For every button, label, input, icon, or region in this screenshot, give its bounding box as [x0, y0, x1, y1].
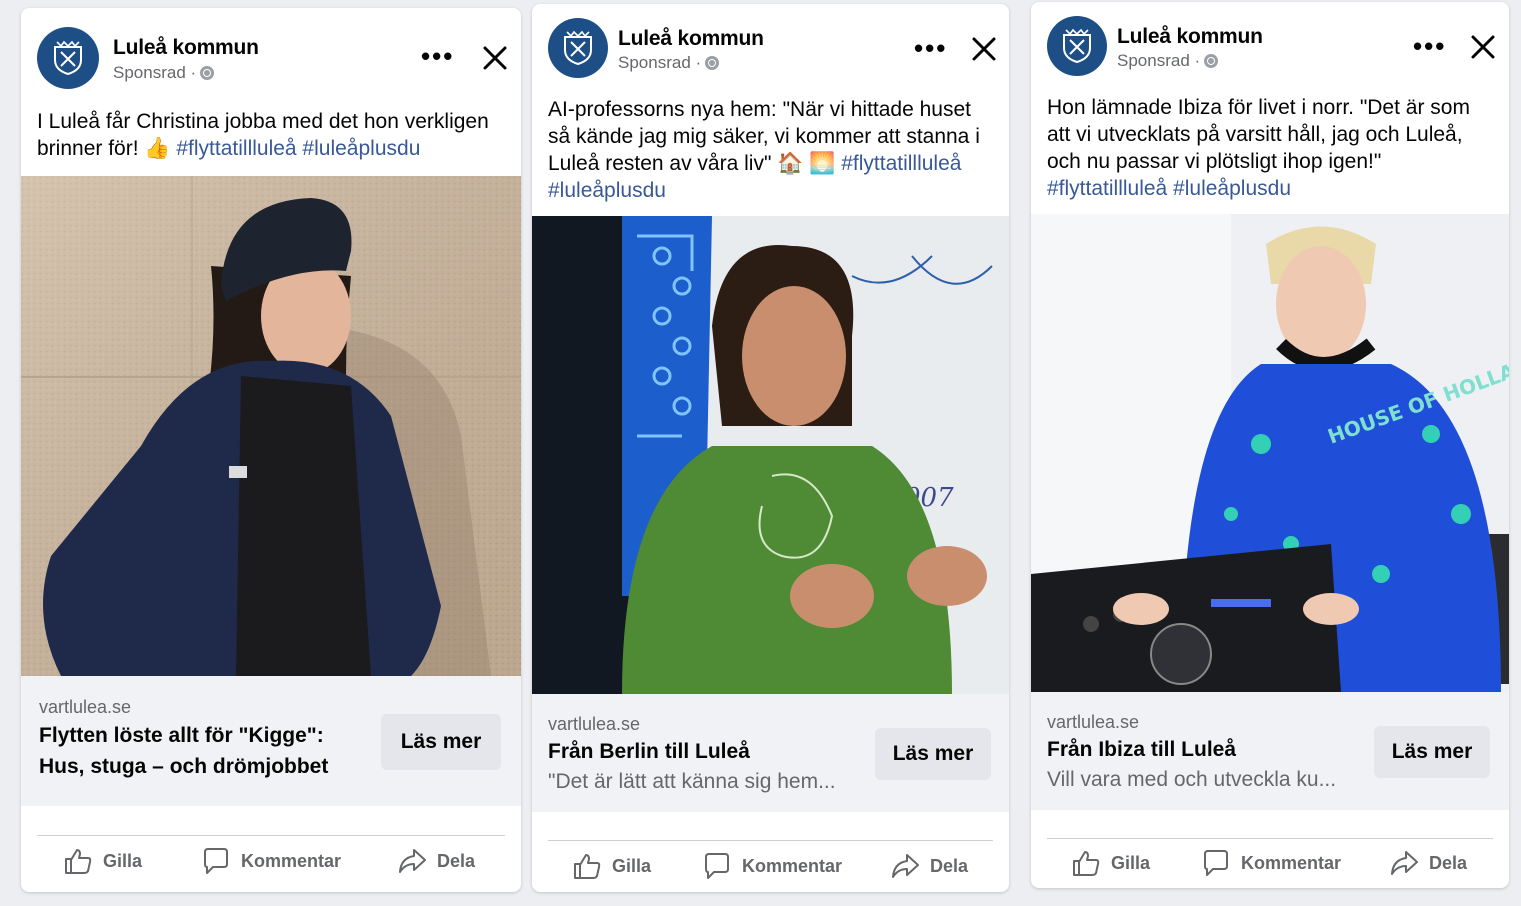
close-icon[interactable] [970, 35, 998, 63]
actions-divider [37, 835, 505, 836]
more-options-icon[interactable]: ••• [421, 43, 454, 69]
post-hashtags[interactable]: #flyttatillluleå #luleåplusdu [176, 137, 420, 160]
page-avatar[interactable] [1047, 16, 1107, 76]
comment-label: Kommentar [241, 850, 342, 871]
share-button[interactable]: Dela [397, 846, 475, 876]
read-more-button[interactable]: Läs mer [1374, 726, 1490, 778]
share-label: Dela [930, 855, 969, 876]
thumbs-up-icon [574, 854, 601, 879]
post-image[interactable] [21, 176, 521, 676]
post-header: Luleå kommun Sponsrad · ••• [1031, 2, 1509, 102]
like-label: Gilla [103, 850, 143, 871]
page-name[interactable]: Luleå kommun [1117, 25, 1263, 49]
comment-label: Kommentar [1241, 852, 1342, 873]
page-avatar[interactable] [548, 18, 608, 78]
comment-label: Kommentar [742, 855, 843, 876]
read-more-button[interactable]: Läs mer [875, 728, 991, 780]
link-preview[interactable]: vartlulea.se Från Ibiza till Luleå Vill … [1031, 692, 1509, 810]
share-label: Dela [437, 850, 476, 871]
share-button[interactable]: Dela [890, 851, 968, 881]
post-text: Hon lämnade Ibiza för livet i norr. "Det… [1047, 94, 1495, 202]
comment-button[interactable]: Kommentar [1201, 848, 1341, 878]
link-preview[interactable]: vartlulea.se Flytten löste allt för "Kig… [21, 676, 521, 806]
actions-divider [548, 840, 993, 841]
link-domain: vartlulea.se [39, 697, 132, 717]
link-headline[interactable]: Flytten löste allt för "Kigge": Hus, stu… [39, 720, 359, 782]
like-label: Gilla [1111, 852, 1151, 873]
link-description: "Det är lätt att känna sig hem... [548, 770, 836, 793]
share-icon [892, 854, 919, 878]
link-description: Vill vara med och utveckla ku... [1047, 768, 1337, 791]
woman-photo [21, 176, 521, 676]
more-options-icon[interactable]: ••• [914, 35, 947, 61]
globe-icon [1204, 54, 1219, 68]
post-text: I Luleå får Christina jobba med det hon … [37, 108, 507, 162]
link-headline[interactable]: Från Ibiza till Luleå [1047, 734, 1236, 765]
like-button[interactable]: Gilla [572, 851, 651, 881]
share-icon [1391, 851, 1418, 875]
comment-icon [1204, 850, 1228, 876]
thumbs-up-icon [1073, 851, 1100, 876]
actions-divider [1047, 838, 1493, 839]
close-icon[interactable] [481, 44, 509, 72]
sponsored-text: Sponsrad · [618, 53, 702, 72]
crest-icon [54, 40, 82, 76]
more-options-icon[interactable]: ••• [1413, 33, 1446, 59]
post-hashtags[interactable]: #flyttatillluleå #luleåplusdu [1047, 177, 1291, 200]
comment-icon [204, 848, 228, 874]
share-label: Dela [1429, 852, 1468, 873]
page-name[interactable]: Luleå kommun [618, 27, 764, 51]
post-image[interactable]: 007 [532, 216, 1009, 694]
sponsored-text: Sponsrad · [113, 63, 197, 82]
comment-icon [705, 853, 729, 879]
like-button[interactable]: Gilla [63, 846, 142, 876]
read-more-button[interactable]: Läs mer [381, 714, 501, 770]
post-text: AI-professorns nya hem: "När vi hittade … [548, 96, 995, 204]
globe-icon [200, 66, 215, 80]
post-header: Luleå kommun Sponsrad · ••• [532, 4, 1009, 104]
sponsored-text: Sponsrad · [1117, 51, 1201, 70]
comment-button[interactable]: Kommentar [201, 846, 341, 876]
man-photo: 007 [532, 216, 1009, 694]
crest-icon [1063, 28, 1091, 64]
link-domain: vartlulea.se [1047, 712, 1140, 732]
comment-button[interactable]: Kommentar [702, 851, 842, 881]
ad-post-card: Luleå kommun Sponsrad · ••• AI-professor… [532, 4, 1009, 892]
sponsored-label: Sponsrad · [1117, 51, 1219, 71]
post-image[interactable]: HOUSE OF HOLLAND [1031, 214, 1509, 692]
globe-icon [705, 56, 720, 70]
ad-post-card: Luleå kommun Sponsrad · ••• I Luleå får … [21, 8, 521, 892]
close-icon[interactable] [1469, 33, 1497, 61]
page-avatar[interactable] [37, 27, 99, 89]
ad-post-card: Luleå kommun Sponsrad · ••• Hon lämnade … [1031, 2, 1509, 888]
like-label: Gilla [612, 855, 652, 876]
page-name[interactable]: Luleå kommun [113, 36, 259, 60]
sponsored-label: Sponsrad · [618, 53, 720, 73]
post-text-body: Hon lämnade Ibiza för livet i norr. "Det… [1047, 96, 1470, 173]
like-button[interactable]: Gilla [1071, 848, 1150, 878]
share-button[interactable]: Dela [1389, 848, 1467, 878]
link-headline[interactable]: Från Berlin till Luleå [548, 736, 750, 767]
dj-photo: HOUSE OF HOLLAND [1031, 214, 1509, 692]
link-domain: vartlulea.se [548, 714, 641, 734]
link-preview[interactable]: vartlulea.se Från Berlin till Luleå "Det… [532, 694, 1009, 812]
post-header: Luleå kommun Sponsrad · ••• [21, 8, 521, 108]
share-icon [399, 849, 426, 873]
sponsored-label: Sponsrad · [113, 63, 215, 83]
crest-icon [564, 30, 592, 66]
thumbs-up-icon [65, 849, 92, 874]
